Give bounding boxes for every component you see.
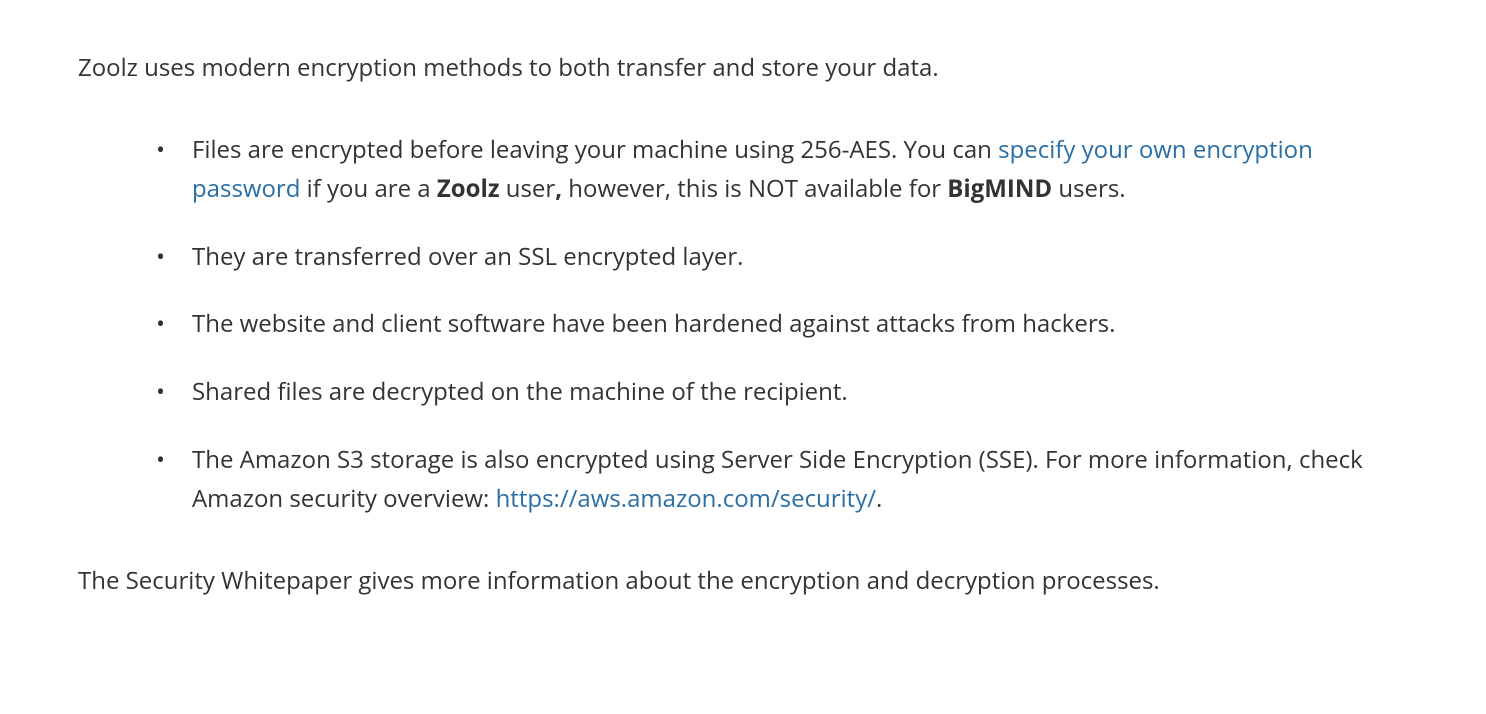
- list-item: The Amazon S3 storage is also encrypted …: [156, 440, 1408, 519]
- bullet-list: Files are encrypted before leaving your …: [78, 130, 1408, 519]
- text-segment: users.: [1052, 172, 1125, 205]
- bigmind-bold: BigMIND: [947, 172, 1052, 205]
- aws-security-link[interactable]: https://aws.amazon.com/security/: [496, 482, 876, 515]
- text-segment: user: [500, 172, 556, 205]
- outro-paragraph: The Security Whitepaper gives more infor…: [78, 561, 1408, 601]
- text-segment: if you are a: [300, 172, 436, 205]
- zoolz-bold: Zoolz: [437, 172, 500, 205]
- text-segment: however, this is NOT available for: [562, 172, 947, 205]
- text-segment: Files are encrypted before leaving your …: [192, 133, 998, 166]
- list-item: Files are encrypted before leaving your …: [156, 130, 1408, 209]
- list-item: Shared files are decrypted on the machin…: [156, 372, 1408, 412]
- list-item: The website and client software have bee…: [156, 304, 1408, 344]
- list-item: They are transferred over an SSL encrypt…: [156, 237, 1408, 277]
- text-segment: .: [876, 482, 882, 515]
- intro-paragraph: Zoolz uses modern encryption methods to …: [78, 48, 1408, 88]
